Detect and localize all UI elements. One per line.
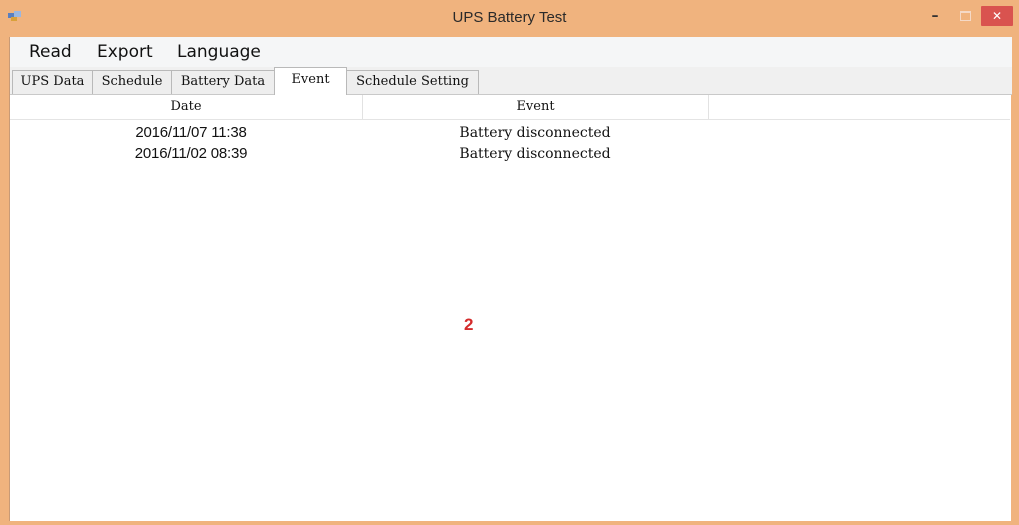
minimize-icon: –: [931, 8, 939, 24]
menu-bar: Read Export Language: [10, 37, 1012, 67]
menu-language[interactable]: Language: [175, 42, 263, 62]
event-description: Battery disconnected: [459, 146, 611, 162]
annotation-marker: 2: [464, 315, 474, 334]
tab-strip: UPS Data Schedule Battery Data Event Sch…: [10, 67, 1012, 95]
maximize-icon: [960, 11, 971, 21]
close-icon: ✕: [991, 9, 1003, 23]
maximize-button[interactable]: [952, 6, 978, 26]
title-bar[interactable]: UPS Battery Test – ✕: [0, 0, 1019, 36]
tab-event[interactable]: Event: [274, 67, 347, 95]
event-description: Battery disconnected: [459, 125, 611, 141]
menu-read[interactable]: Read: [27, 42, 74, 62]
list-item[interactable]: 2016/11/07 11:38 Battery disconnected: [10, 122, 1010, 144]
tab-battery-data[interactable]: Battery Data: [171, 70, 275, 94]
column-header-event[interactable]: Event: [363, 95, 709, 119]
event-date: 2016/11/02 08:39: [134, 145, 248, 162]
tab-schedule[interactable]: Schedule: [92, 70, 172, 94]
menu-export[interactable]: Export: [95, 42, 155, 62]
column-header-empty[interactable]: [709, 95, 1010, 119]
list-header: Date Event: [10, 95, 1010, 120]
close-button[interactable]: ✕: [981, 6, 1013, 26]
window-title: UPS Battery Test: [452, 9, 567, 26]
client-area: Read Export Language UPS Data Schedule B…: [9, 37, 1012, 521]
tab-schedule-setting[interactable]: Schedule Setting: [346, 70, 479, 94]
window-bottom-border: [9, 521, 1011, 525]
list-item[interactable]: 2016/11/02 08:39 Battery disconnected: [10, 143, 1010, 165]
minimize-button[interactable]: –: [922, 6, 948, 26]
column-header-date[interactable]: Date: [10, 95, 363, 119]
app-window: UPS Battery Test – ✕ Read Export Languag…: [0, 0, 1019, 525]
tab-ups-data[interactable]: UPS Data: [12, 70, 93, 94]
event-date: 2016/11/07 11:38: [135, 124, 247, 141]
event-list[interactable]: Date Event 2016/11/07 11:38 Battery disc…: [10, 95, 1010, 521]
